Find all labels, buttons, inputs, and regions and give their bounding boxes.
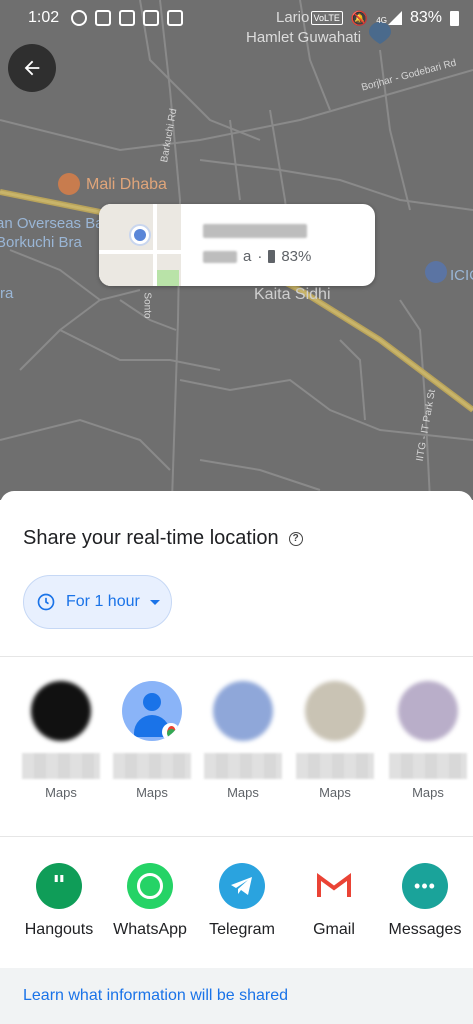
signal-icon: 4G xyxy=(376,11,402,25)
map-place-overseas[interactable]: an Overseas Ba Borkuchi Bra xyxy=(0,214,104,252)
status-time: 1:02 xyxy=(28,9,60,26)
app-label: Messages xyxy=(388,921,462,938)
avatar xyxy=(398,681,458,741)
avatar xyxy=(305,681,365,741)
location-sub: a · 83% xyxy=(203,248,311,265)
person-icon xyxy=(143,693,161,711)
gmail-notification-icon xyxy=(119,10,136,26)
map-place-kaita[interactable]: Kaita Sidhi xyxy=(254,286,331,304)
contact-name-blurred xyxy=(22,753,100,779)
hangouts-icon: " xyxy=(36,863,82,909)
volte-indicator: VoLTE xyxy=(310,11,343,25)
avatar xyxy=(31,681,91,741)
help-icon[interactable]: ? xyxy=(288,531,303,546)
battery-small-icon xyxy=(268,250,276,263)
dropdown-arrow-icon xyxy=(149,599,160,605)
contact-app-label: Maps xyxy=(45,785,77,800)
app-label: Hangouts xyxy=(24,921,94,938)
location-sub-text: a xyxy=(243,248,252,265)
status-right: VoLTE 🔕 4G 83% xyxy=(310,9,459,27)
location-battery: 83% xyxy=(281,248,312,265)
sheet-title: Share your real-time location ? xyxy=(23,527,303,550)
map-place-icic[interactable]: ICIC xyxy=(450,267,473,284)
battery-percent: 83% xyxy=(409,9,442,26)
arrow-back-icon xyxy=(24,60,40,76)
maps-badge-icon xyxy=(162,723,180,741)
gmail-notification-icon-2 xyxy=(143,10,160,26)
map-place-overseas-line2: Borkuchi Bra xyxy=(0,234,82,251)
instagram-icon xyxy=(95,10,112,26)
network-type: 4G xyxy=(376,16,387,25)
duration-selector[interactable]: For 1 hour xyxy=(23,575,172,629)
mute-icon: 🔕 xyxy=(350,9,369,26)
user-name-blurred xyxy=(203,224,307,238)
status-bar: 1:02 VoLTE 🔕 4G 83% xyxy=(0,0,473,36)
contact-app-label: Maps xyxy=(227,785,259,800)
telegram-icon xyxy=(219,863,265,909)
battery-icon xyxy=(450,10,459,26)
learn-bar: Learn what information will be shared xyxy=(0,968,473,1024)
share-hangouts[interactable]: " Hangouts xyxy=(13,863,105,939)
share-telegram[interactable]: Telegram xyxy=(196,863,288,939)
share-whatsapp[interactable]: WhatsApp xyxy=(104,863,196,939)
back-button[interactable] xyxy=(8,44,56,92)
whatsapp-icon xyxy=(127,863,173,909)
contact-item[interactable]: Maps xyxy=(290,681,380,800)
duration-label: For 1 hour xyxy=(66,593,140,610)
road-label-sonto: Sonto xyxy=(141,292,153,319)
app-label: Gmail xyxy=(313,921,355,938)
contact-item[interactable]: Maps xyxy=(198,681,288,800)
contact-app-label: Maps xyxy=(319,785,351,800)
map-place-ra[interactable]: ra xyxy=(0,285,13,302)
share-sheet: Share your real-time location ? For 1 ho… xyxy=(0,491,473,1024)
share-messages[interactable]: ••• Messages xyxy=(379,863,471,939)
contact-item[interactable]: Maps xyxy=(107,681,197,800)
contact-name-blurred xyxy=(296,753,374,779)
contact-list: Maps Maps Maps Maps Maps xyxy=(0,681,473,821)
person-pin-icon xyxy=(129,224,151,246)
messages-icon: ••• xyxy=(402,863,448,909)
avatar xyxy=(122,681,182,741)
app-label: Telegram xyxy=(209,921,275,938)
gmail-icon xyxy=(311,863,357,909)
contact-app-label: Maps xyxy=(412,785,444,800)
separator-dot: · xyxy=(257,248,263,265)
contact-item[interactable]: Maps xyxy=(383,681,473,800)
contact-app-label: Maps xyxy=(136,785,168,800)
contact-name-blurred xyxy=(389,753,467,779)
share-gmail[interactable]: Gmail xyxy=(288,863,380,939)
avatar xyxy=(213,681,273,741)
divider-top xyxy=(0,656,473,657)
contact-name-blurred xyxy=(113,753,191,779)
location-mini-map xyxy=(99,204,181,286)
location-card[interactable]: a · 83% xyxy=(99,204,375,286)
clock-icon xyxy=(37,593,55,611)
contact-name-blurred xyxy=(204,753,282,779)
app-notification-icon xyxy=(167,10,184,26)
location-info: a · 83% xyxy=(181,204,311,286)
notification-icons xyxy=(71,10,184,26)
place-blurred xyxy=(203,250,237,263)
sheet-title-text: Share your real-time location xyxy=(23,527,279,549)
spotify-icon xyxy=(71,10,88,26)
app-label: WhatsApp xyxy=(113,921,187,938)
map-place-dhaba[interactable]: Mali Dhaba xyxy=(86,176,167,194)
share-app-list: " Hangouts WhatsApp Telegram Gmail ••• M… xyxy=(0,863,473,963)
divider-middle xyxy=(0,836,473,837)
map-place-overseas-line1: an Overseas Ba xyxy=(0,215,104,232)
contact-item[interactable]: Maps xyxy=(16,681,106,800)
learn-more-link[interactable]: Learn what information will be shared xyxy=(23,987,288,1005)
